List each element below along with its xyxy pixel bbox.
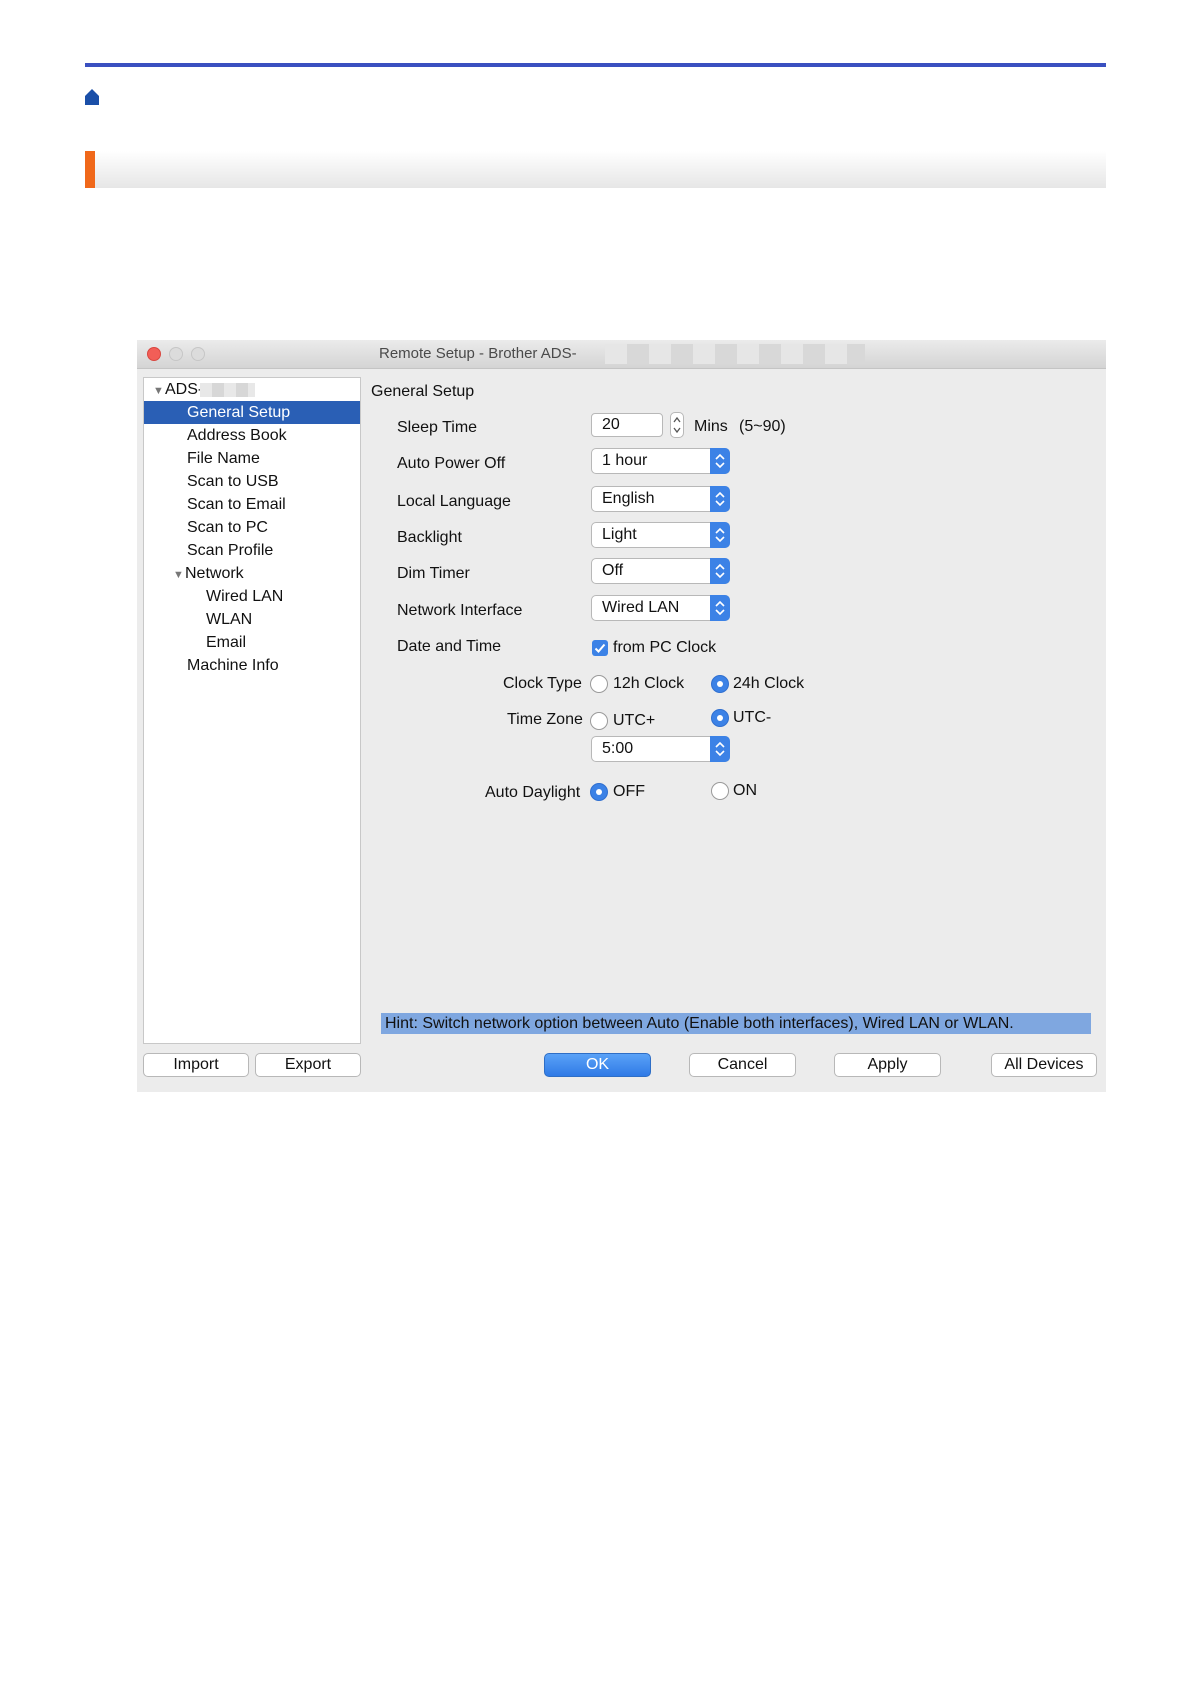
section-accent <box>85 151 95 188</box>
tree-item-scan-to-email[interactable]: Scan to Email <box>144 493 360 516</box>
time-zone-offset-value: 5:00 <box>602 740 634 757</box>
checkmark-icon <box>594 643 606 653</box>
daylight-off-radio[interactable] <box>590 783 608 801</box>
tree-root-device[interactable]: ▼ADS- <box>144 378 369 401</box>
zoom-window-button[interactable] <box>191 347 205 361</box>
local-language-value: English <box>602 490 655 507</box>
clock-24h-label: 24h Clock <box>733 675 805 692</box>
home-icon[interactable] <box>84 88 100 106</box>
close-window-button[interactable] <box>147 347 161 361</box>
all-devices-button[interactable]: All Devices <box>991 1053 1097 1077</box>
minimize-window-button[interactable] <box>169 347 183 361</box>
local-language-label: Local Language <box>397 493 511 510</box>
backlight-label: Backlight <box>397 529 462 546</box>
network-interface-label: Network Interface <box>397 602 523 619</box>
backlight-value: Light <box>602 526 637 543</box>
from-pc-clock-label: from PC Clock <box>613 639 717 656</box>
popup-arrows-icon <box>710 736 730 762</box>
auto-power-off-label: Auto Power Off <box>397 455 506 472</box>
cancel-button[interactable]: Cancel <box>689 1053 796 1077</box>
date-time-label: Date and Time <box>397 638 502 655</box>
daylight-on-radio[interactable] <box>711 782 729 800</box>
daylight-on-label: ON <box>733 782 757 799</box>
tree-root-label: ADS- <box>165 381 204 398</box>
sleep-time-unit: Mins <box>694 418 728 435</box>
hint-text: Hint: Switch network option between Auto… <box>381 1013 1091 1034</box>
time-zone-label: Time Zone <box>507 711 583 728</box>
auto-daylight-label: Auto Daylight <box>485 784 581 801</box>
panel-heading: General Setup <box>371 383 475 400</box>
clock-24h-radio[interactable] <box>711 675 729 693</box>
settings-tree: ▼ADS- General Setup Address Book File Na… <box>143 377 361 1044</box>
sleep-time-input[interactable]: 20 <box>591 413 663 437</box>
ok-button[interactable]: OK <box>544 1053 651 1077</box>
clock-type-label: Clock Type <box>503 675 582 692</box>
title-bar: Remote Setup - Brother ADS- <box>137 340 1106 369</box>
utc-minus-radio[interactable] <box>711 709 729 727</box>
tree-item-email[interactable]: Email <box>144 631 360 654</box>
redacted-model-name <box>200 383 255 397</box>
popup-arrows-icon <box>710 448 730 474</box>
tree-item-scan-to-usb[interactable]: Scan to USB <box>144 470 360 493</box>
disclosure-triangle-icon[interactable]: ▼ <box>173 564 185 587</box>
section-heading-bar <box>85 151 1106 188</box>
remote-setup-window: Remote Setup - Brother ADS- ▼ADS- Genera… <box>137 340 1106 1092</box>
from-pc-clock-checkbox[interactable] <box>592 640 608 656</box>
tree-item-machine-info[interactable]: Machine Info <box>144 654 360 677</box>
tree-item-address-book[interactable]: Address Book <box>144 424 360 447</box>
popup-arrows-icon <box>710 558 730 584</box>
tree-item-file-name[interactable]: File Name <box>144 447 360 470</box>
tree-item-network-label: Network <box>185 565 244 582</box>
dim-timer-label: Dim Timer <box>397 565 470 582</box>
tree-item-scan-to-pc[interactable]: Scan to PC <box>144 516 360 539</box>
time-zone-offset-select[interactable]: 5:00 <box>591 736 730 762</box>
network-interface-value: Wired LAN <box>602 599 680 616</box>
sleep-time-stepper[interactable] <box>670 412 684 438</box>
apply-button[interactable]: Apply <box>834 1053 941 1077</box>
popup-arrows-icon <box>710 522 730 548</box>
popup-arrows-icon <box>710 595 730 621</box>
tree-item-wired-lan[interactable]: Wired LAN <box>144 585 360 608</box>
stepper-arrows-icon <box>673 416 681 434</box>
tree-item-scan-profile[interactable]: Scan Profile <box>144 539 360 562</box>
auto-power-off-value: 1 hour <box>602 452 648 469</box>
clock-12h-label: 12h Clock <box>613 675 685 692</box>
window-title: Remote Setup - Brother ADS- <box>379 345 577 362</box>
dim-timer-select[interactable]: Off <box>591 558 730 584</box>
utc-minus-label: UTC- <box>733 709 772 726</box>
auto-power-off-select[interactable]: 1 hour <box>591 448 730 474</box>
popup-arrows-icon <box>710 486 730 512</box>
utc-plus-radio[interactable] <box>590 712 608 730</box>
tree-item-general-setup[interactable]: General Setup <box>144 401 360 424</box>
disclosure-triangle-icon[interactable]: ▼ <box>153 380 165 403</box>
tree-item-wlan[interactable]: WLAN <box>144 608 360 631</box>
backlight-select[interactable]: Light <box>591 522 730 548</box>
sleep-time-range: (5~90) <box>739 418 786 435</box>
daylight-off-label: OFF <box>613 783 645 800</box>
utc-plus-label: UTC+ <box>613 712 656 729</box>
network-interface-select[interactable]: Wired LAN <box>591 595 730 621</box>
sleep-time-label: Sleep Time <box>397 419 478 436</box>
tree-item-network[interactable]: ▼Network <box>144 562 360 585</box>
export-button[interactable]: Export <box>255 1053 361 1077</box>
local-language-select[interactable]: English <box>591 486 730 512</box>
dim-timer-value: Off <box>602 562 624 579</box>
redacted-model-name <box>605 344 865 364</box>
top-rule <box>85 63 1106 67</box>
clock-12h-radio[interactable] <box>590 675 608 693</box>
import-button[interactable]: Import <box>143 1053 249 1077</box>
